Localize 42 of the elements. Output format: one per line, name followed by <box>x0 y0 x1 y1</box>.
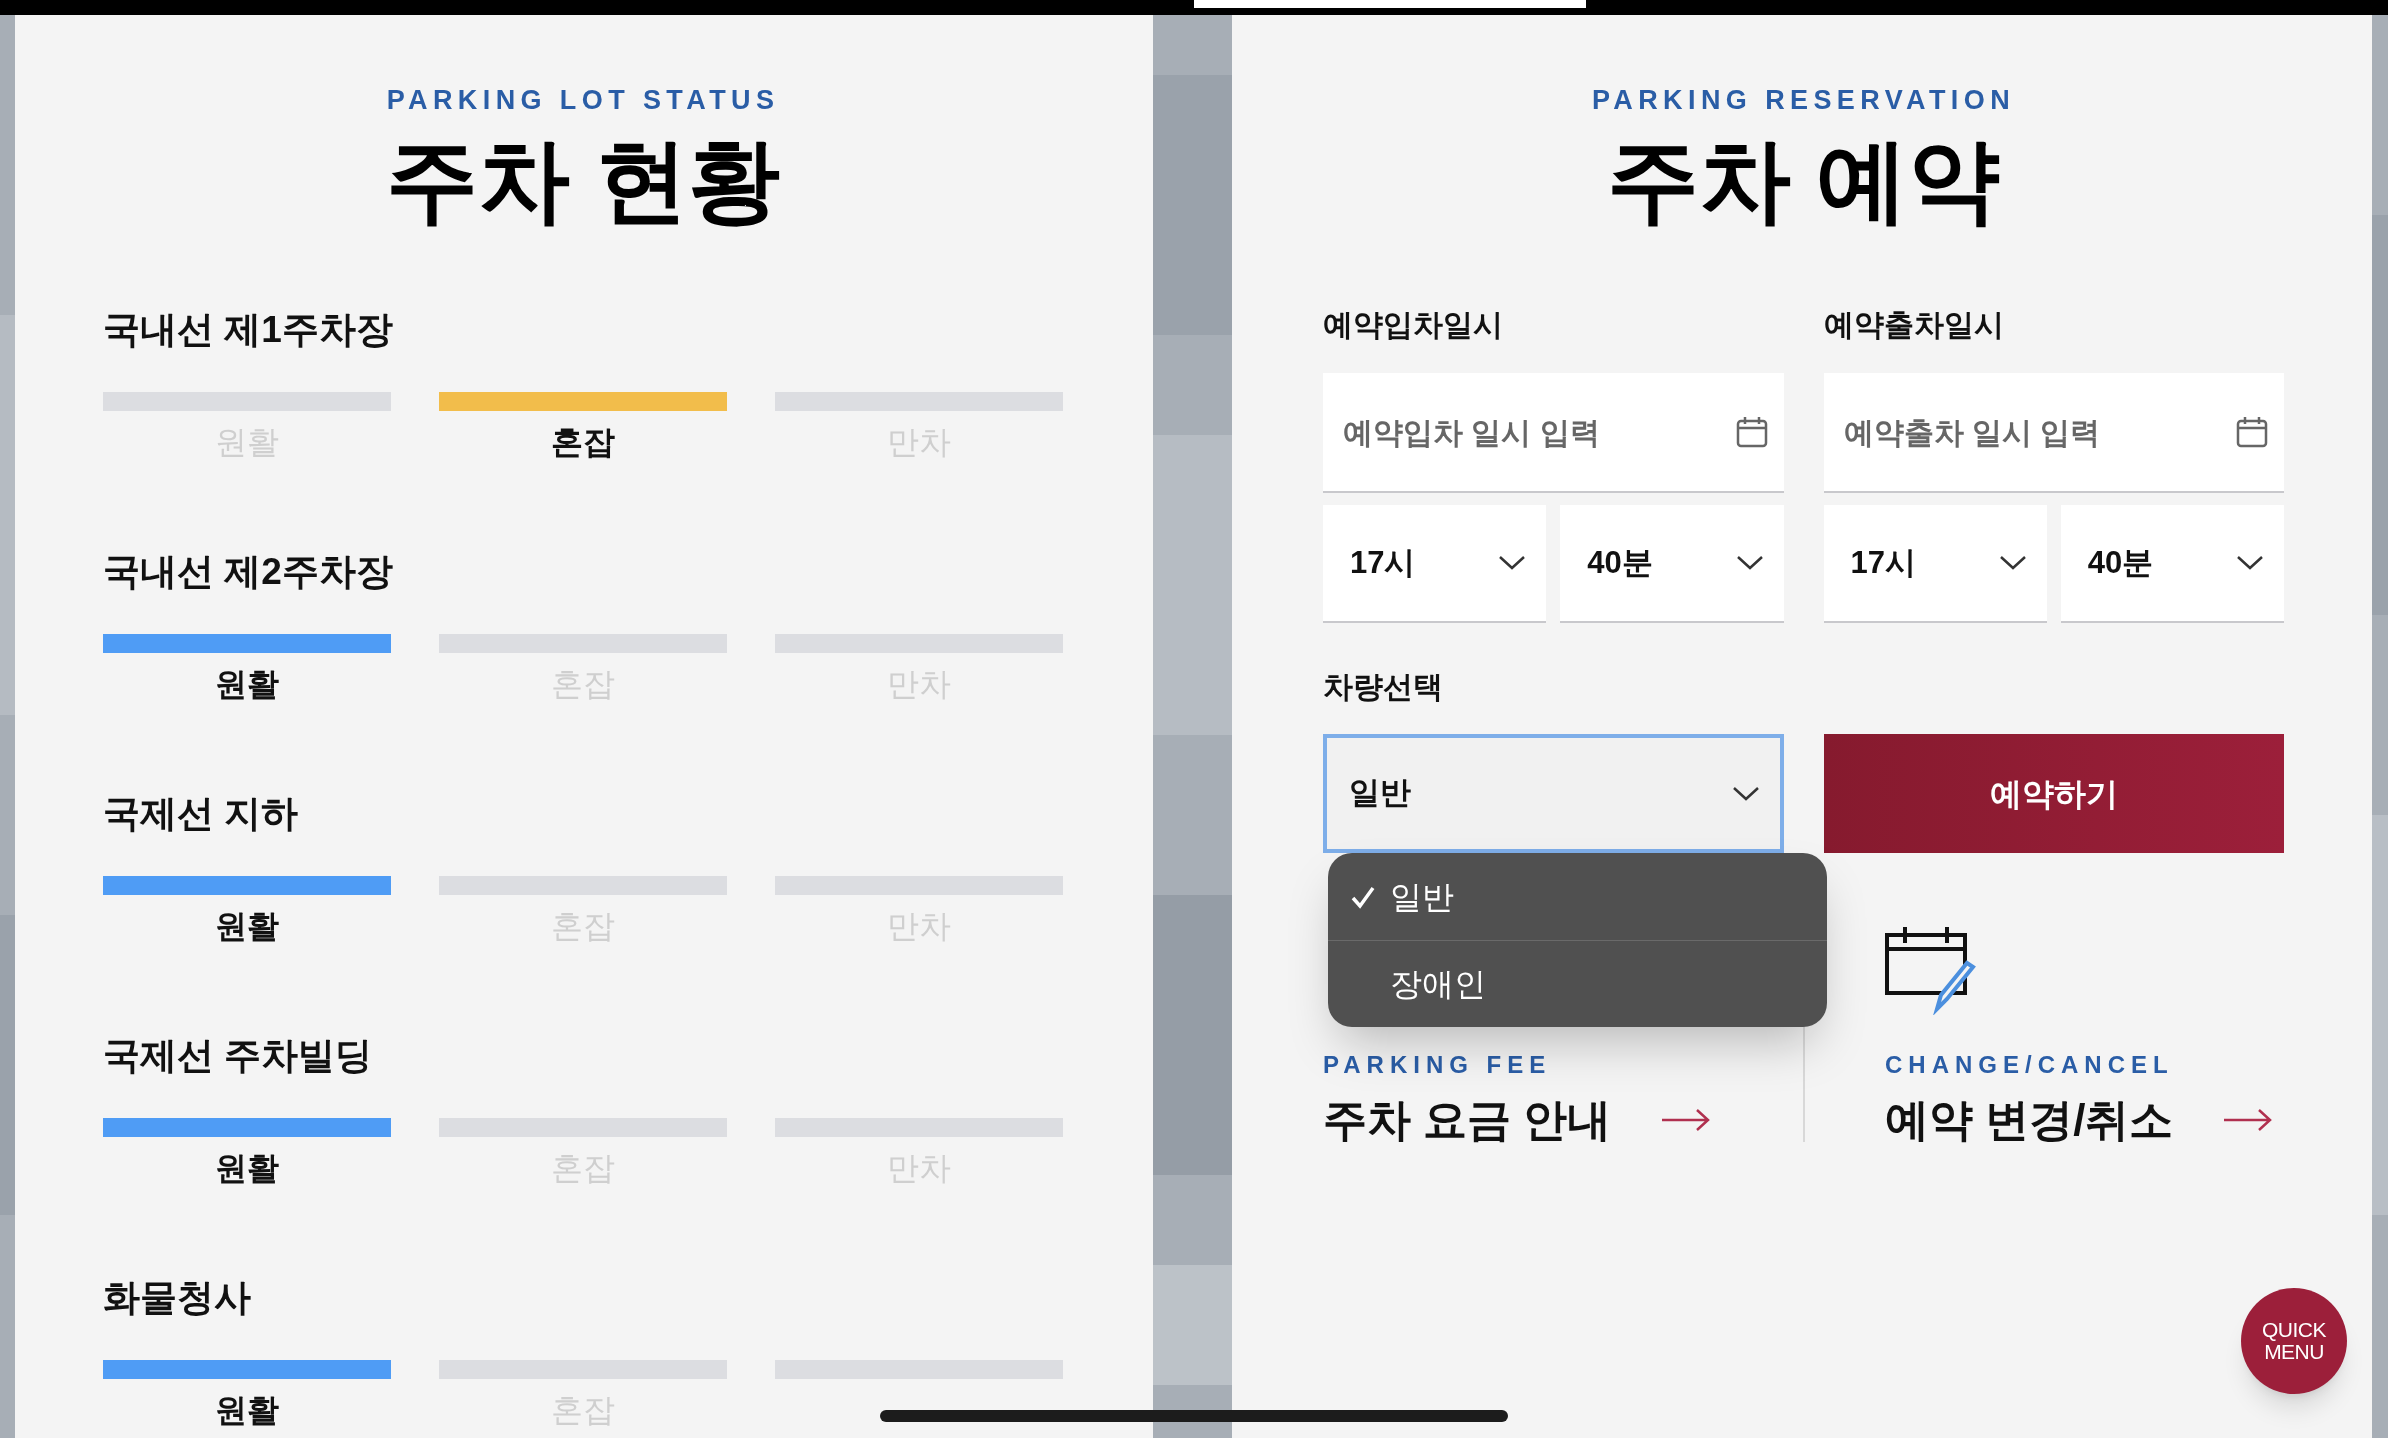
status-label: 원활 <box>215 1394 279 1426</box>
chevron-down-icon <box>1998 555 2027 571</box>
lot-name: 국내선 제1주차장 <box>103 311 393 349</box>
link-eyebrow: CHANGE/CANCEL <box>1885 1053 2175 1077</box>
status-label: 원활 <box>215 1152 279 1184</box>
dropdown-option[interactable]: 일반 <box>1328 853 1827 940</box>
field-label: 예약출차일시 <box>1823 310 2005 340</box>
arrow-right-icon <box>2223 1108 2274 1132</box>
date-input-field[interactable]: 예약출차 일시 입력 <box>1823 373 2284 493</box>
reserve-button[interactable]: 예약하기 <box>1823 734 2284 853</box>
calendar-icon <box>2236 416 2268 448</box>
field-label: 예약입차일시 <box>1323 310 1504 340</box>
chevron-down-icon <box>2236 555 2264 571</box>
chevron-down-icon <box>1731 785 1760 802</box>
arrow-right-icon <box>1661 1108 1712 1132</box>
field-label: 차량선택 <box>1323 672 1443 702</box>
dropdown-option[interactable]: 장애인 <box>1328 940 1827 1027</box>
section-eyebrow: PARKING LOT STATUS <box>386 85 780 115</box>
chevron-down-icon <box>1735 555 1764 571</box>
status-label: 원활 <box>215 910 279 942</box>
page-link[interactable]: 주차 요금 안내 <box>1323 1098 1763 1142</box>
lot-name: 국제선 주차빌딩 <box>103 1037 373 1075</box>
calendar-icon <box>1735 416 1768 448</box>
input-placeholder: 예약출차 일시 입력 <box>1843 414 2101 451</box>
link-eyebrow: PARKING FEE <box>1323 1053 1553 1077</box>
time-select[interactable]: 17시 <box>1323 505 1547 623</box>
status-label: 혼잡 <box>551 426 615 458</box>
time-select[interactable]: 40분 <box>1560 505 1784 623</box>
section-title: 주차 예약 <box>1606 132 2001 228</box>
vehicle-select[interactable]: 일반 <box>1323 734 1784 853</box>
lot-name: 화물청사 <box>103 1279 251 1317</box>
time-select[interactable]: 17시 <box>1823 505 2047 623</box>
status-label: 원활 <box>215 668 279 700</box>
section-title: 주차 현황 <box>386 132 780 228</box>
input-placeholder: 예약입차 일시 입력 <box>1343 414 1600 451</box>
page-link[interactable]: 예약 변경/취소 <box>1885 1098 2284 1142</box>
date-input-field[interactable]: 예약입차 일시 입력 <box>1323 373 1784 493</box>
chevron-down-icon <box>1498 555 1527 571</box>
lot-name: 국제선 지하 <box>103 795 299 833</box>
lot-name: 국내선 제2주차장 <box>103 553 393 591</box>
time-select[interactable]: 40분 <box>2060 505 2284 623</box>
section-eyebrow: PARKING RESERVATION <box>1591 85 2016 115</box>
